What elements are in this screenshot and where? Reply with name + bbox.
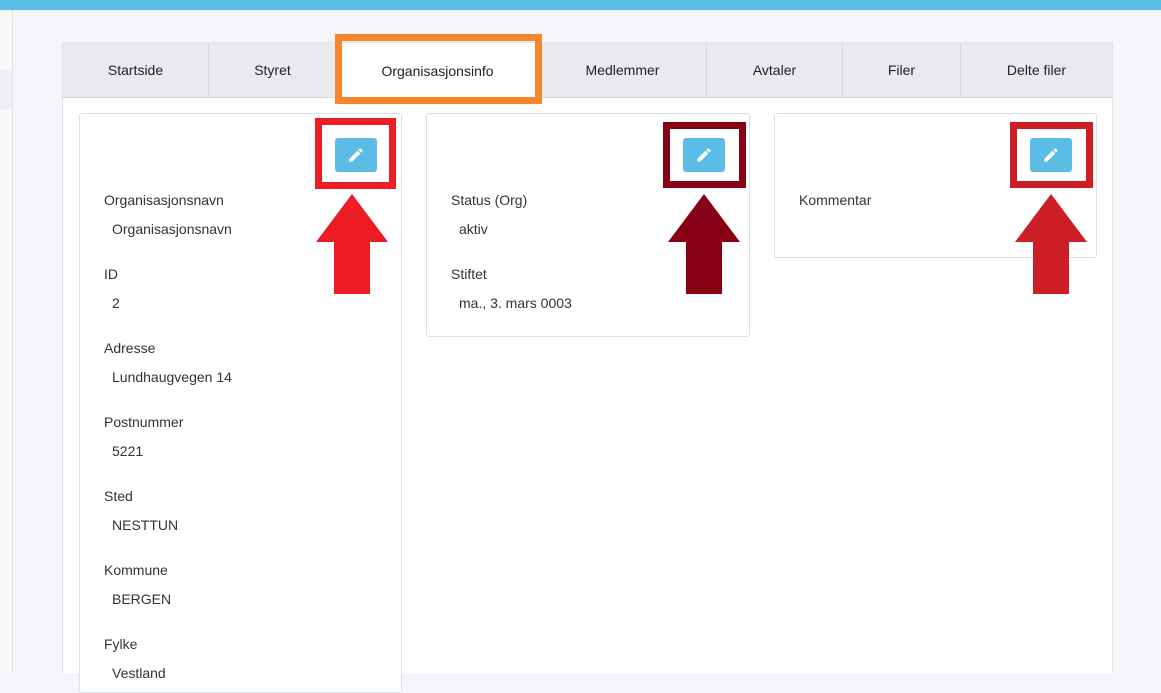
edit-button-highlight-2: [663, 122, 746, 188]
tab-delte-filer[interactable]: Delte filer: [961, 43, 1112, 97]
field-label-sted: Sted: [104, 488, 133, 504]
up-arrow-marker-2: [668, 194, 740, 294]
tab-avtaler[interactable]: Avtaler: [707, 43, 843, 97]
field-value-sted: NESTTUN: [112, 517, 179, 533]
top-accent-bar: [0, 0, 1161, 10]
field-label-postnummer: Postnummer: [104, 414, 184, 430]
tab-filer[interactable]: Filer: [843, 43, 961, 97]
field-value-id: 2: [112, 295, 120, 311]
field-label-stiftet: Stiftet: [451, 266, 487, 282]
field-value-fylke: Vestland: [112, 665, 166, 681]
up-arrow-marker-3: [1015, 194, 1087, 294]
field-value-kommune: BERGEN: [112, 591, 172, 607]
field-value-organisasjonsnavn: Organisasjonsnavn: [112, 221, 232, 237]
field-label-kommune: Kommune: [104, 562, 168, 578]
field-value-postnummer: 5221: [112, 443, 144, 459]
edit-button-highlight-3: [1010, 122, 1093, 188]
tab-startside[interactable]: Startside: [63, 43, 209, 97]
field-value-adresse: Lundhaugvegen 14: [112, 369, 232, 385]
left-sidebar-edge: [0, 10, 13, 673]
active-tab-highlight: [335, 34, 542, 104]
field-label-status: Status (Org): [451, 192, 528, 208]
field-label-id: ID: [104, 266, 118, 282]
field-label-adresse: Adresse: [104, 340, 156, 356]
tab-medlemmer[interactable]: Medlemmer: [539, 43, 707, 97]
field-value-stiftet: ma., 3. mars 0003: [459, 295, 572, 311]
field-value-status: aktiv: [459, 221, 488, 237]
tab-bar: Startside Styret Organisasjonsinfo Medle…: [63, 43, 1112, 98]
edit-button-highlight-1: [315, 118, 396, 189]
up-arrow-marker-1: [316, 194, 388, 294]
field-label-organisasjonsnavn: Organisasjonsnavn: [104, 192, 224, 208]
field-label-kommentar: Kommentar: [799, 192, 872, 208]
field-label-fylke: Fylke: [104, 636, 138, 652]
tab-styret[interactable]: Styret: [209, 43, 337, 97]
